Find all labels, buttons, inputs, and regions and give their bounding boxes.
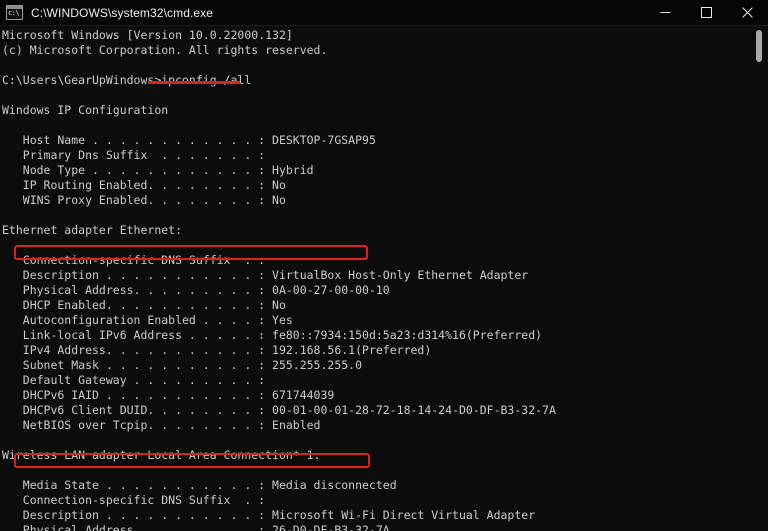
- title-bar[interactable]: C:\WINDOWS\system32\cmd.exe: [0, 0, 768, 26]
- maximize-button[interactable]: [686, 0, 727, 26]
- minimize-button[interactable]: [645, 0, 686, 26]
- scrollbar-thumb[interactable]: [756, 30, 762, 62]
- console-output-area[interactable]: Microsoft Windows [Version 10.0.22000.13…: [0, 26, 768, 531]
- cmd-console-icon: [6, 5, 23, 20]
- console-text: Microsoft Windows [Version 10.0.22000.13…: [2, 28, 556, 531]
- cmd-window: C:\WINDOWS\system32\cmd.exe Microso: [0, 0, 768, 531]
- vertical-scrollbar[interactable]: [752, 26, 768, 531]
- close-button[interactable]: [727, 0, 768, 26]
- window-controls: [645, 0, 768, 26]
- window-title: C:\WINDOWS\system32\cmd.exe: [31, 5, 214, 20]
